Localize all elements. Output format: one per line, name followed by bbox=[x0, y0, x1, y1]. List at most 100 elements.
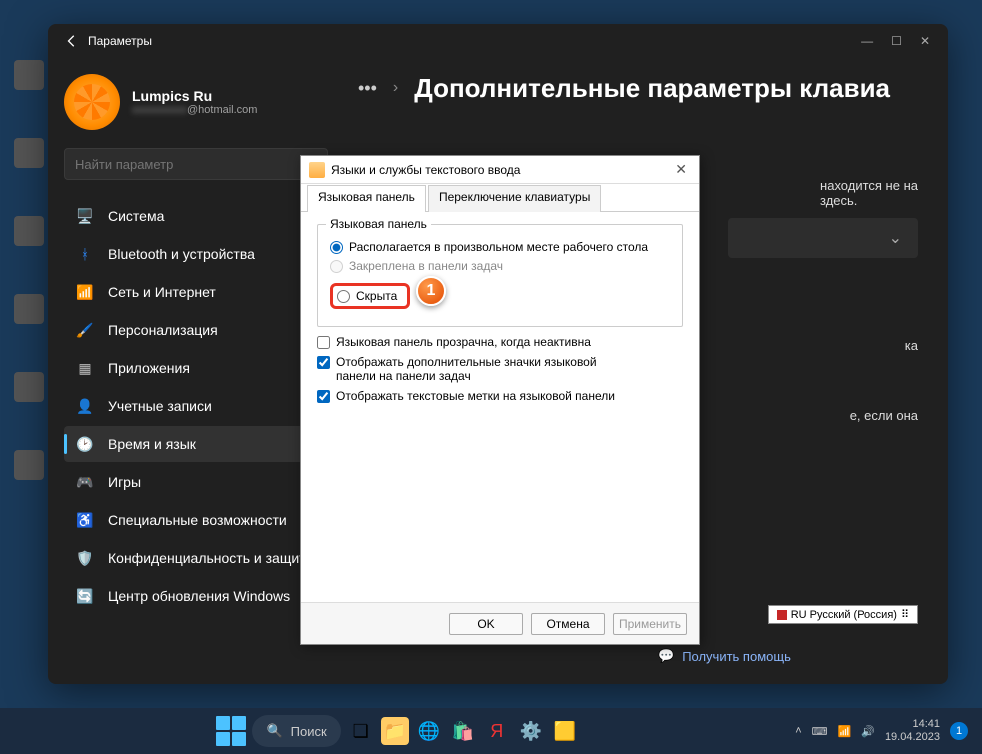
titlebar: Параметры — ☐ ✕ bbox=[48, 24, 948, 58]
taskbar-pinned-yandex[interactable]: Я bbox=[483, 717, 511, 745]
task-view-icon[interactable]: ❏ bbox=[347, 717, 375, 745]
check-text-labels[interactable]: Отображать текстовые метки на языковой п… bbox=[317, 389, 683, 403]
taskbar-pinned-edge[interactable]: 🌐 bbox=[415, 717, 443, 745]
sidebar-item-network[interactable]: 📶Сеть и Интернет bbox=[64, 274, 328, 310]
apps-icon: ▦ bbox=[76, 359, 94, 377]
ok-button[interactable]: OK bbox=[449, 613, 523, 635]
tray-language-icon[interactable]: ⌨ bbox=[812, 725, 828, 738]
desktop-shortcut[interactable] bbox=[10, 216, 48, 264]
radio-hidden-input[interactable] bbox=[337, 290, 350, 303]
minimize-button[interactable]: — bbox=[861, 34, 873, 48]
language-badge[interactable]: RU Русский (Россия) ⠿ bbox=[768, 605, 918, 624]
sidebar-item-gaming[interactable]: 🎮Игры bbox=[64, 464, 328, 500]
window-title: Параметры bbox=[88, 34, 861, 48]
info-text: находится не на здесь. bbox=[820, 178, 918, 208]
chevron-down-icon: ⌄ bbox=[889, 228, 902, 248]
apply-button[interactable]: Применить bbox=[613, 613, 687, 635]
dialog-button-row: OK Отмена Применить bbox=[301, 602, 699, 644]
taskbar-search[interactable]: 🔍 Поиск bbox=[252, 715, 340, 747]
breadcrumb: ••• › Дополнительные параметры клавиа bbox=[358, 58, 928, 118]
desktop-shortcut[interactable] bbox=[10, 450, 48, 498]
bluetooth-icon: ᚼ bbox=[76, 245, 94, 263]
accounts-icon: 👤 bbox=[76, 397, 94, 415]
shield-icon: 🛡️ bbox=[76, 549, 94, 567]
dialog-titlebar: Языки и службы текстового ввода ✕ bbox=[301, 156, 699, 184]
page-title: Дополнительные параметры клавиа bbox=[414, 73, 890, 104]
info-text-3: е, если она bbox=[850, 408, 918, 423]
taskbar-clock[interactable]: 14:41 19.04.2023 bbox=[885, 718, 940, 743]
search-input[interactable] bbox=[75, 157, 301, 172]
desktop-shortcut[interactable] bbox=[10, 138, 48, 186]
maximize-button[interactable]: ☐ bbox=[891, 34, 902, 48]
desktop-icons bbox=[10, 60, 48, 498]
back-button[interactable] bbox=[56, 34, 88, 48]
callout-marker-1: 1 bbox=[416, 276, 446, 306]
avatar bbox=[64, 74, 120, 130]
wifi-icon: 📶 bbox=[76, 283, 94, 301]
dialog-tabs: Языковая панель Переключение клавиатуры bbox=[301, 184, 699, 212]
taskbar: 🔍 Поиск ❏ 📁 🌐 🛍️ Я ⚙️ 🟨 ˄ ⌨ 📶 🔊 14:41 19… bbox=[0, 708, 982, 754]
search-box[interactable]: 🔍 bbox=[64, 148, 328, 180]
desktop-shortcut[interactable] bbox=[10, 294, 48, 342]
group-legend: Языковая панель bbox=[326, 217, 431, 231]
brush-icon: 🖌️ bbox=[76, 321, 94, 339]
sidebar-item-personalization[interactable]: 🖌️Персонализация bbox=[64, 312, 328, 348]
taskbar-pinned-explorer[interactable]: 📁 bbox=[381, 717, 409, 745]
taskbar-pinned-store[interactable]: 🛍️ bbox=[449, 717, 477, 745]
gamepad-icon: 🎮 bbox=[76, 473, 94, 491]
sidebar-item-update[interactable]: 🔄Центр обновления Windows bbox=[64, 578, 328, 614]
tray-network-icon[interactable]: 📶 bbox=[838, 725, 852, 738]
notification-badge[interactable]: 1 bbox=[950, 722, 968, 740]
system-icon: 🖥️ bbox=[76, 207, 94, 225]
tray-volume-icon[interactable]: 🔊 bbox=[861, 725, 875, 738]
close-button[interactable]: ✕ bbox=[920, 34, 930, 48]
desktop-shortcut[interactable] bbox=[10, 60, 48, 108]
check-extra-icons-input[interactable] bbox=[317, 356, 330, 369]
sidebar-item-accessibility[interactable]: ♿Специальные возможности bbox=[64, 502, 328, 538]
tray-chevron-icon[interactable]: ˄ bbox=[795, 725, 801, 737]
sidebar-item-bluetooth[interactable]: ᚼBluetooth и устройства bbox=[64, 236, 328, 272]
sidebar-item-accounts[interactable]: 👤Учетные записи bbox=[64, 388, 328, 424]
info-text-2: ка bbox=[905, 338, 918, 353]
radio-floating-input[interactable] bbox=[330, 241, 343, 254]
sidebar-item-time-language[interactable]: 🕑Время и язык bbox=[64, 426, 328, 462]
taskbar-pinned-settings[interactable]: ⚙️ bbox=[517, 717, 545, 745]
check-extra-icons[interactable]: Отображать дополнительные значки языково… bbox=[317, 355, 683, 383]
start-button[interactable] bbox=[216, 716, 246, 746]
sidebar-item-apps[interactable]: ▦Приложения bbox=[64, 350, 328, 386]
dialog-close-button[interactable]: ✕ bbox=[671, 161, 691, 178]
desktop-shortcut[interactable] bbox=[10, 372, 48, 420]
tab-keyboard-switch[interactable]: Переключение клавиатуры bbox=[428, 185, 601, 212]
taskbar-pinned-app[interactable]: 🟨 bbox=[551, 717, 579, 745]
check-transparent-input[interactable] bbox=[317, 336, 330, 349]
chevron-right-icon: › bbox=[393, 79, 398, 97]
sidebar-item-system[interactable]: 🖥️Система bbox=[64, 198, 328, 234]
refresh-icon: 🔄 bbox=[76, 587, 94, 605]
breadcrumb-overflow[interactable]: ••• bbox=[358, 78, 377, 99]
dialog-title: Языки и службы текстового ввода bbox=[331, 163, 671, 177]
radio-hidden[interactable]: Скрыта bbox=[330, 283, 410, 309]
check-text-labels-input[interactable] bbox=[317, 390, 330, 403]
check-transparent[interactable]: Языковая панель прозрачна, когда неактив… bbox=[317, 335, 683, 349]
sidebar-item-privacy[interactable]: 🛡️Конфиденциальность и защит bbox=[64, 540, 328, 576]
flag-icon bbox=[777, 610, 787, 620]
cancel-button[interactable]: Отмена bbox=[531, 613, 605, 635]
language-bar-group: Языковая панель Располагается в произвол… bbox=[317, 224, 683, 327]
tab-language-bar[interactable]: Языковая панель bbox=[307, 185, 426, 212]
clock-icon: 🕑 bbox=[76, 435, 94, 453]
user-name: Lumpics Ru bbox=[132, 88, 257, 104]
language-bar-dialog: Языки и службы текстового ввода ✕ Языков… bbox=[300, 155, 700, 645]
search-icon: 🔍 bbox=[266, 723, 282, 739]
radio-docked-input[interactable] bbox=[330, 260, 343, 273]
dialog-icon bbox=[309, 162, 325, 178]
accessibility-icon: ♿ bbox=[76, 511, 94, 529]
system-tray[interactable]: ˄ ⌨ 📶 🔊 14:41 19.04.2023 1 bbox=[795, 718, 982, 743]
expander-card[interactable]: ⌄ bbox=[728, 218, 918, 258]
help-icon: 💬 bbox=[658, 648, 674, 664]
help-link[interactable]: 💬 Получить помощь bbox=[658, 648, 791, 664]
radio-floating[interactable]: Располагается в произвольном месте рабоч… bbox=[330, 240, 670, 254]
chevron-icon: ⠿ bbox=[901, 608, 909, 621]
radio-docked[interactable]: Закреплена в панели задач bbox=[330, 259, 670, 273]
sidebar: Lumpics Ru xxxxxxxxxx@hotmail.com 🔍 🖥️Си… bbox=[48, 58, 338, 684]
user-block[interactable]: Lumpics Ru xxxxxxxxxx@hotmail.com bbox=[64, 68, 328, 148]
